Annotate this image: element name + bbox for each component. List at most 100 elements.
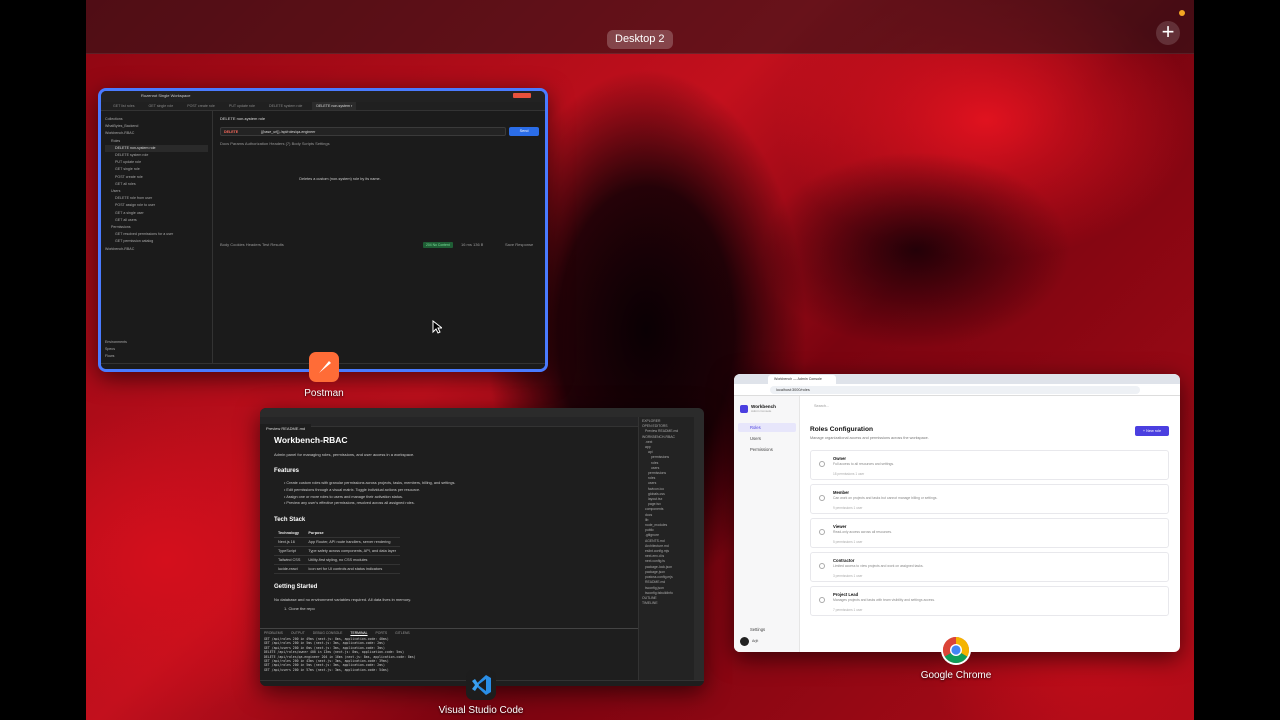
nav-permissions[interactable]: Permissions [738,445,796,454]
terminal-panel[interactable]: PROBLEMS OUTPUT DEBUG CONSOLE TERMINAL P… [260,628,638,680]
roles-page: Search... Roles Configuration Manage org… [810,396,1172,652]
panel-tab[interactable]: PROBLEMS [264,629,283,637]
nav-settings[interactable]: Settings [738,625,796,634]
role-card[interactable]: Project Lead Manages projects and tasks … [810,586,1169,616]
address-bar[interactable]: localhost:3000/roles [770,386,1140,394]
request-tab-active[interactable]: DELETE non-system r [312,102,357,110]
url-bar[interactable]: DELETE {{base_url}} /api/roles/qa-engine… [220,127,506,136]
postman-window[interactable]: Rozenrot Single Workspace GET list roles… [98,88,548,372]
sidebar-item[interactable]: PUT update role [105,159,208,166]
vscode-titlebar [260,408,704,417]
url-input[interactable]: {{base_url}} /api/roles/qa-engineer [261,128,315,136]
sidebar-item[interactable]: GET single role [105,166,208,173]
panel-tab[interactable]: DEBUG CONSOLE [313,629,343,637]
postman-sidebar: Collections WhatBytes_Backend Workbench-… [101,111,213,369]
sidebar-item[interactable]: Users [105,188,208,195]
request-tab[interactable]: DELETE system role [265,102,306,110]
panel-tab[interactable]: OUTPUT [291,629,305,637]
table-cell: Tailwind CSS [274,555,305,566]
activity-bar [694,417,704,686]
response-tabs[interactable]: Body Cookies Headers Test Results [220,242,284,248]
search-input[interactable]: Search... [814,404,829,408]
role-meta: 5 permissions 1 user [833,540,863,544]
sidebar-item-selected[interactable]: DELETE non-system role [105,144,208,153]
table-cell: Icon set for UI controls and status indi… [304,564,400,575]
workspace-name[interactable]: Rozenrot Single Workspace [141,93,191,99]
sidebar-item[interactable]: Roles [105,138,208,145]
role-icon [819,563,825,569]
sidebar-item[interactable]: Permissions [105,224,208,231]
request-tab[interactable]: GET single role [145,102,178,110]
role-card[interactable]: Contractor Limited access to view projec… [810,552,1169,582]
brand-logo [740,404,748,413]
vscode-app-icon[interactable] [466,670,496,700]
vscode-window[interactable]: Preview README.md Workbench-RBAC Admin p… [260,408,704,686]
sidebar-bottom-item[interactable]: Flows [105,353,114,360]
browser-tab[interactable]: Workbench — Admin Console [768,375,836,384]
sidebar-item[interactable]: GET all users [105,217,208,224]
sidebar-item[interactable]: Collections [105,116,208,123]
request-subtabs[interactable]: Docs Params Authorization Headers (7) Bo… [220,141,330,147]
chrome-label: Google Chrome [920,670,992,681]
chrome-toolbar: localhost:3000/roles [734,384,1180,396]
feature-item: Preview any user's effective permissions… [284,500,626,507]
role-desc: Full access to all resources and setting… [833,462,895,466]
role-name: Project Lead [833,592,859,597]
role-desc: Limited access to view projects and work… [833,564,924,568]
sidebar-item[interactable]: POST assign role to user [105,202,208,209]
nav-users[interactable]: Users [738,434,796,443]
step-item: 1. Clone the repo [284,606,315,612]
postman-label: Postman [304,388,344,399]
chrome-tabstrip: Workbench — Admin Console [734,374,1180,384]
panel-tab[interactable]: PORTS [376,629,388,637]
role-name: Owner [833,456,847,461]
space-desktop-2[interactable]: Desktop 2 [607,30,673,49]
role-icon [819,597,825,603]
sidebar-item[interactable]: DELETE role from user [105,195,208,202]
sidebar-item[interactable]: Workbench-RBAC [105,246,208,253]
table-cell: App Router, API route handlers, server r… [304,537,400,548]
role-meta: 7 permissions 1 user [833,608,863,612]
table-cell: Utility-first styling, no CSS modules [304,555,400,566]
avatar[interactable] [740,637,749,646]
postman-app-icon[interactable] [309,352,339,382]
http-method[interactable]: DELETE [224,128,238,136]
sidebar-item[interactable]: WhatBytes_Backend [105,123,208,130]
nav-roles[interactable]: Roles [738,423,796,432]
request-tab[interactable]: PUT update role [225,102,259,110]
role-meta: 18 permissions 1 user [833,472,865,476]
sidebar-item[interactable]: DELETE system role [105,152,208,159]
sidebar-item[interactable]: GET all roles [105,181,208,188]
new-role-button[interactable]: + New role [1135,426,1169,436]
mission-control: Desktop 2 + Rozenrot Single Workspace GE… [86,0,1194,720]
brand: Workbench Admin Console [740,404,776,413]
request-tab[interactable]: GET list roles [109,102,139,110]
panel-tab-active[interactable]: TERMINAL [350,629,367,637]
role-icon [819,495,825,501]
chrome-window[interactable]: Workbench — Admin Console localhost:3000… [734,374,1180,652]
sidebar-item[interactable]: Workbench-RBAC [105,130,208,137]
role-icon [819,529,825,535]
sidebar-item[interactable]: GET a single user [105,210,208,217]
save-response-button[interactable]: Save Response [505,242,533,248]
sidebar-item[interactable]: GET permission catalog [105,238,208,245]
request-tab[interactable]: POST create role [183,102,219,110]
role-name: Member [833,490,850,495]
sidebar-item[interactable]: POST create role [105,174,208,181]
user-name: Arjit [752,639,759,643]
role-card[interactable]: Member Can work on projects and tasks bu… [810,484,1169,514]
features-list: Create custom roles with granular permis… [284,480,626,507]
add-space-button[interactable]: + [1156,21,1180,45]
role-card[interactable]: Viewer Read-only access across all resou… [810,518,1169,548]
upgrade-badge[interactable] [513,93,531,98]
role-name: Contractor [833,558,855,563]
page-subtitle: Manage organizational access and permiss… [810,436,929,440]
notification-dot [1179,10,1185,16]
send-button[interactable]: Send [509,127,539,136]
table-cell: Next.js 16 [274,537,305,548]
panel-tab[interactable]: GITLENS [395,629,410,637]
sidebar-item[interactable]: GET resolved permissions for a user [105,231,208,238]
role-card[interactable]: Owner Full access to all resources and s… [810,450,1169,480]
chrome-app-icon[interactable] [941,635,971,665]
explorer-section[interactable]: TIMELINE [642,601,691,606]
